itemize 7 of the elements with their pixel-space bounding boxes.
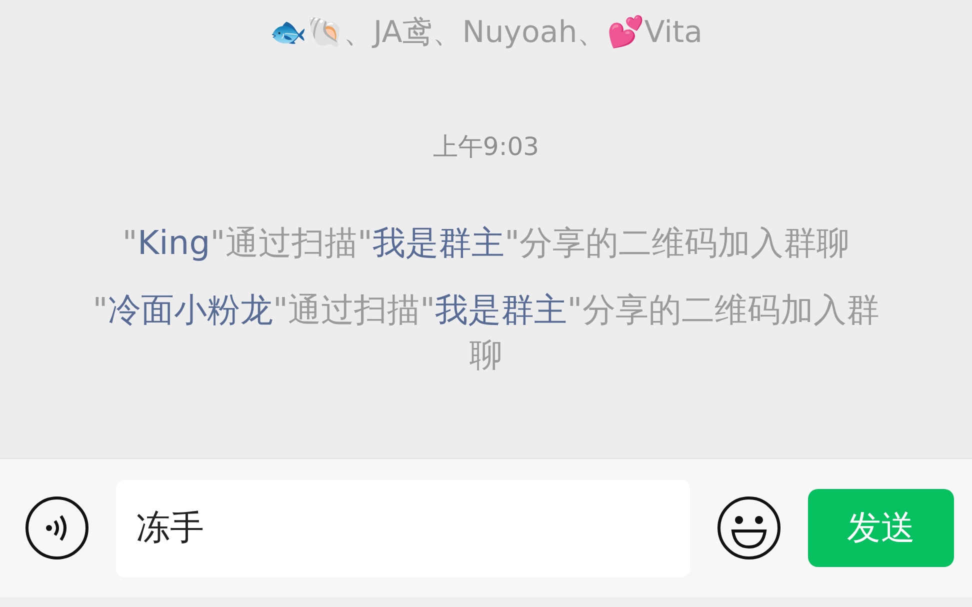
system-message: "King"通过扫描"我是群主"分享的二维码加入群聊 [121, 222, 851, 264]
message-input[interactable]: 冻手 [116, 480, 690, 576]
voice-icon[interactable] [24, 495, 90, 561]
timestamp: 上午9:03 [432, 131, 540, 163]
group-members: 🐟🐚、JA鸢、Nuyoah、💕Vita [269, 14, 703, 52]
smiley-icon[interactable] [716, 495, 782, 561]
system-message: "冷面小粉龙"通过扫描"我是群主"分享的二维码加入群聊 [92, 289, 880, 376]
